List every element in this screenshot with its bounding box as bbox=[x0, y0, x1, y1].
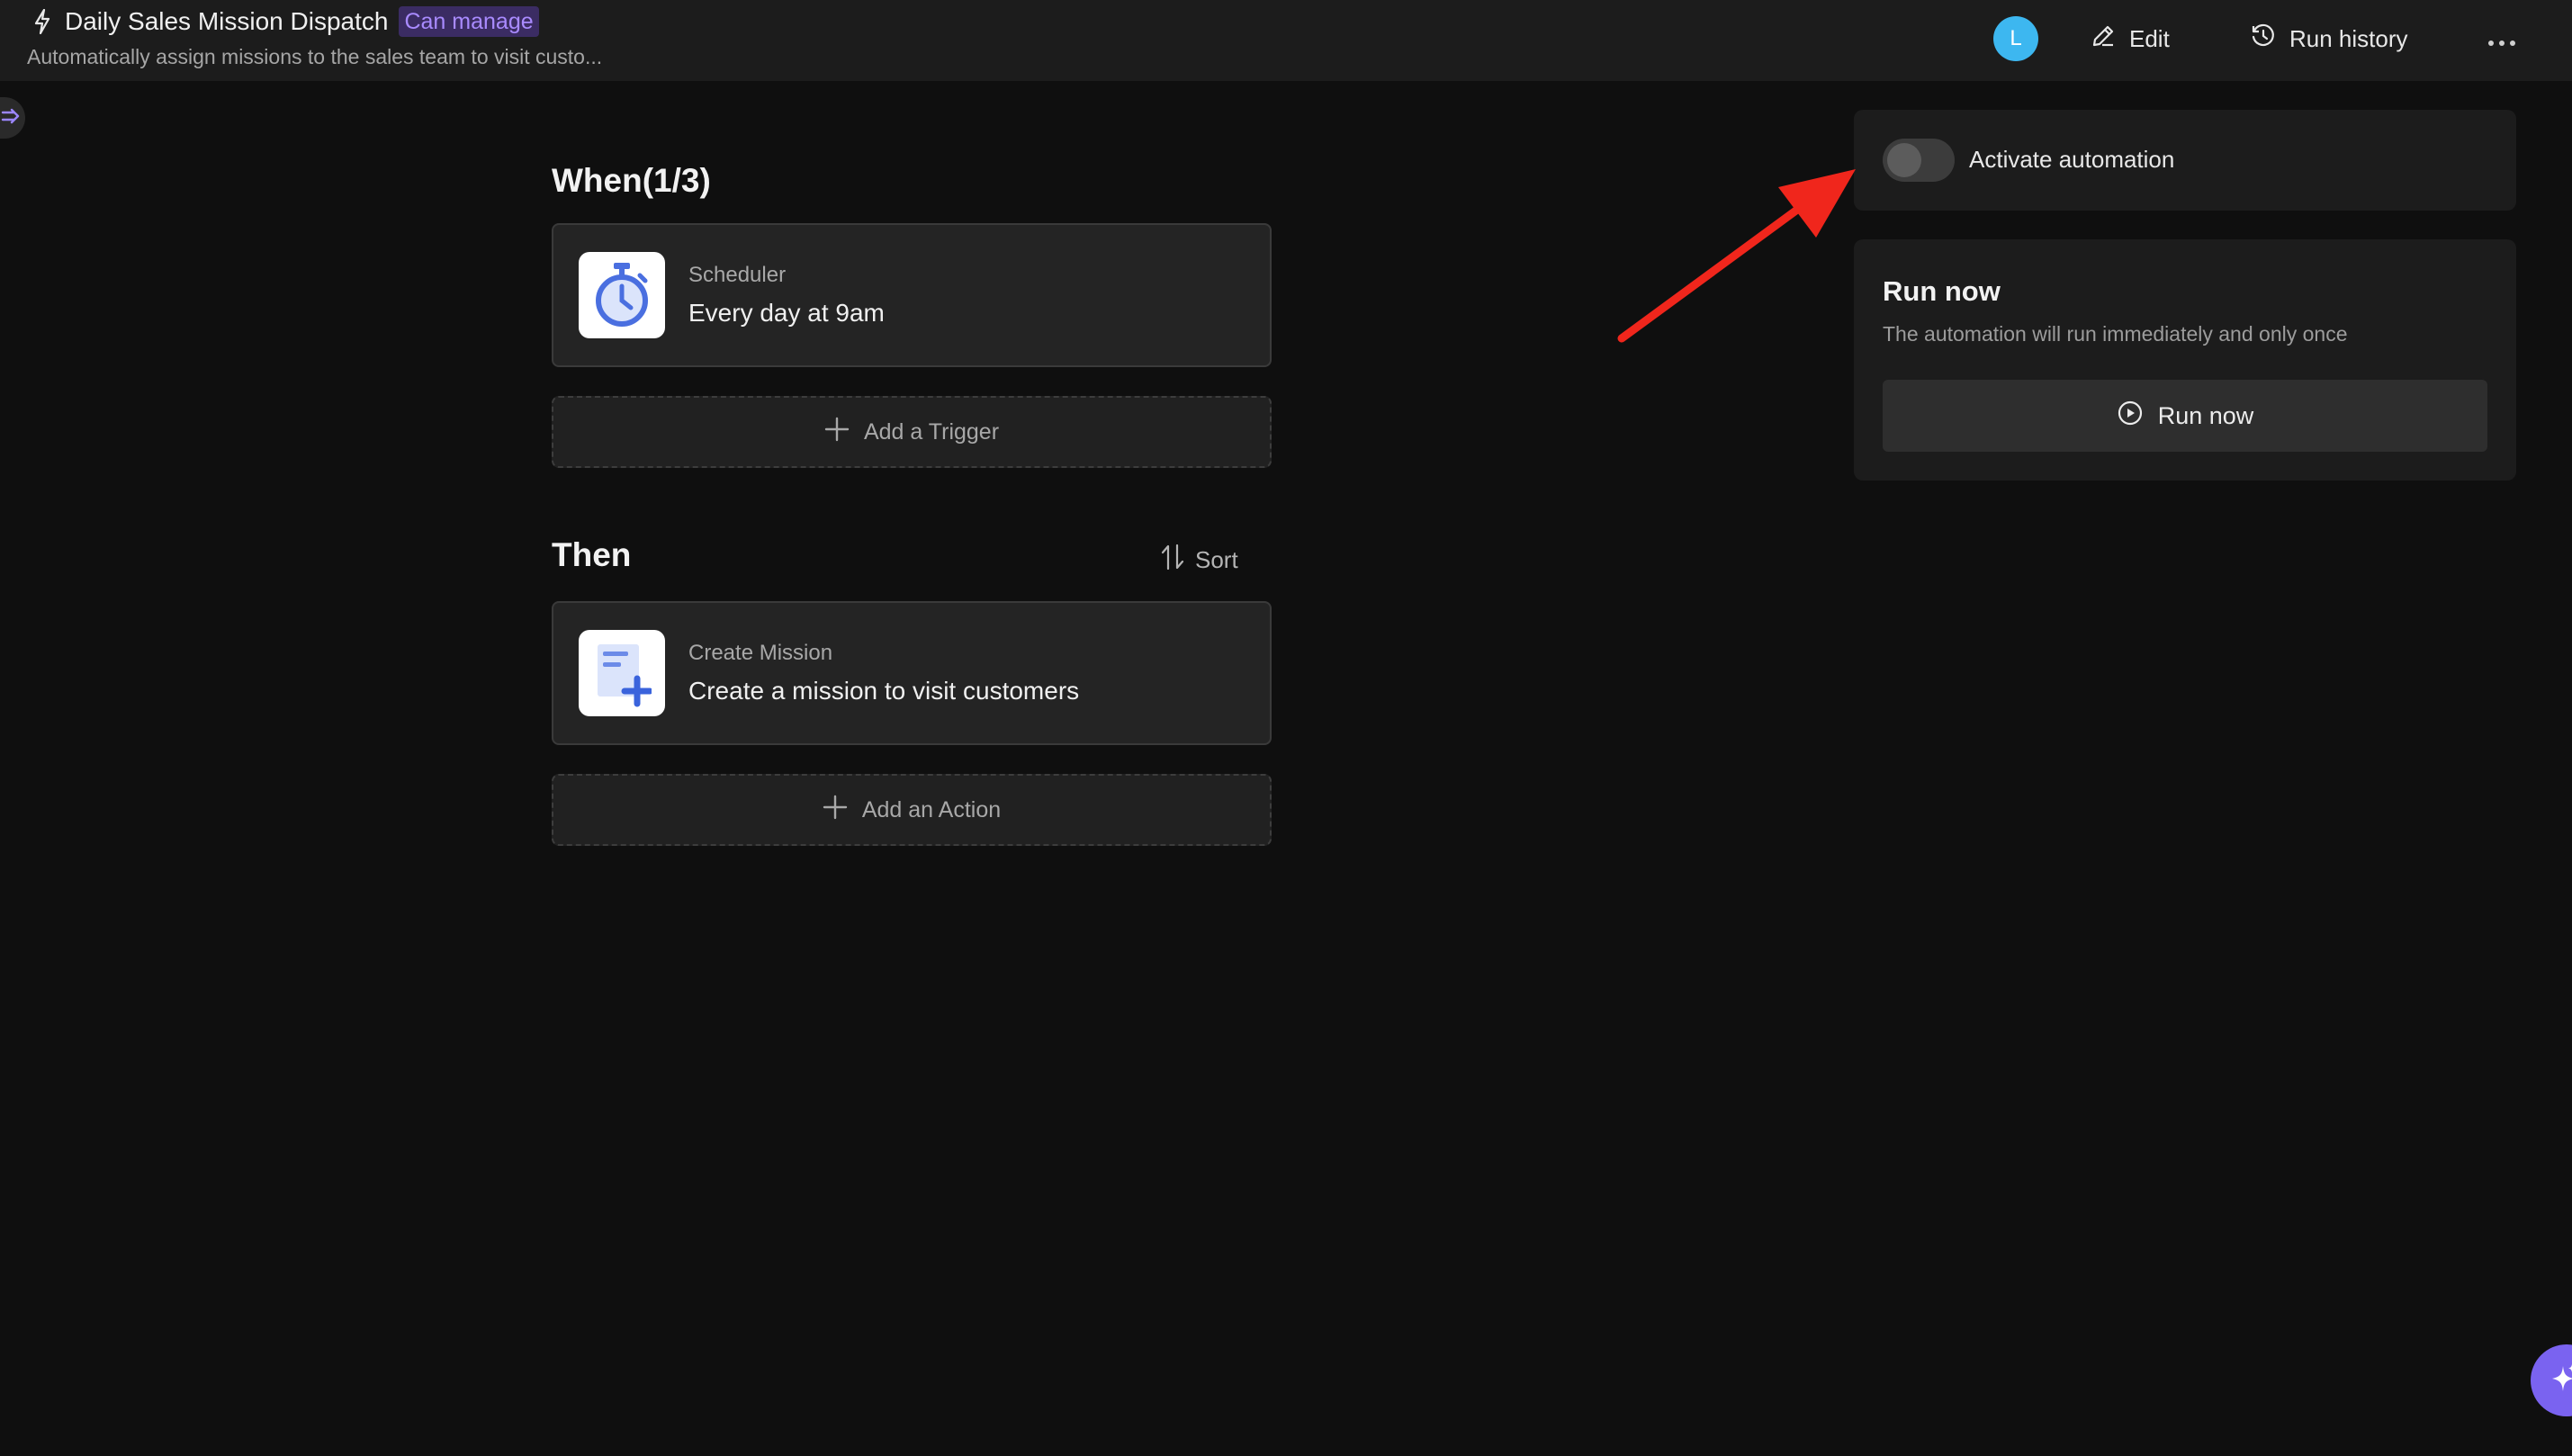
more-options-button[interactable] bbox=[2486, 18, 2518, 59]
automation-title[interactable]: Daily Sales Mission Dispatch bbox=[65, 7, 388, 36]
automation-description[interactable]: Automatically assign missions to the sal… bbox=[27, 45, 602, 69]
trigger-type-label: Scheduler bbox=[688, 263, 787, 287]
top-header: Daily Sales Mission Dispatch Can manage … bbox=[0, 0, 2572, 81]
add-action-button[interactable]: Add an Action bbox=[552, 774, 1272, 846]
run-history-label: Run history bbox=[2289, 24, 2408, 52]
avatar[interactable]: L bbox=[1993, 16, 2038, 61]
run-now-panel: Run now The automation will run immediat… bbox=[1854, 239, 2516, 481]
run-now-button-label: Run now bbox=[2157, 401, 2254, 429]
sort-button[interactable]: Sort bbox=[1161, 544, 1238, 577]
run-now-description: The automation will run immediately and … bbox=[1883, 322, 2348, 346]
run-history-button[interactable]: Run history bbox=[2250, 18, 2408, 59]
sort-icon bbox=[1161, 544, 1184, 577]
add-action-label: Add an Action bbox=[861, 796, 1002, 822]
play-circle-icon bbox=[2117, 400, 2144, 433]
expand-sidebar-icon bbox=[1, 108, 21, 129]
lightning-icon bbox=[31, 9, 54, 34]
when-section-title: When(1/3) bbox=[552, 162, 711, 199]
history-icon bbox=[2250, 22, 2277, 56]
title-row: Daily Sales Mission Dispatch Can manage bbox=[31, 6, 539, 37]
plus-icon bbox=[824, 417, 850, 448]
plus-icon bbox=[823, 795, 848, 826]
activate-automation-label: Activate automation bbox=[1969, 146, 2175, 173]
permission-badge: Can manage bbox=[399, 6, 539, 37]
ellipsis-icon bbox=[2487, 25, 2516, 53]
edit-label: Edit bbox=[2129, 24, 2170, 52]
add-trigger-label: Add a Trigger bbox=[863, 418, 1000, 445]
edit-button[interactable]: Edit bbox=[2090, 18, 2170, 59]
trigger-card-scheduler[interactable]: Scheduler Every day at 9am bbox=[552, 223, 1272, 367]
run-now-button[interactable]: Run now bbox=[1883, 380, 2487, 452]
activate-automation-panel: Activate automation bbox=[1854, 110, 2516, 211]
pencil-icon bbox=[2090, 22, 2117, 56]
run-now-title: Run now bbox=[1883, 275, 2001, 307]
action-description-value: Create a mission to visit customers bbox=[688, 677, 1080, 705]
action-type-label: Create Mission bbox=[688, 641, 833, 665]
annotation-arrow-icon bbox=[1617, 169, 1856, 343]
ai-assistant-button[interactable] bbox=[2531, 1344, 2572, 1416]
add-trigger-button[interactable]: Add a Trigger bbox=[552, 396, 1272, 468]
trigger-schedule-value: Every day at 9am bbox=[688, 299, 885, 327]
sparkle-icon bbox=[2550, 1362, 2572, 1399]
create-mission-icon bbox=[579, 630, 665, 716]
automation-page: Daily Sales Mission Dispatch Can manage … bbox=[0, 0, 2572, 1456]
timer-icon bbox=[579, 252, 665, 338]
toggle-knob bbox=[1887, 143, 1921, 177]
action-card-create-mission[interactable]: Create Mission Create a mission to visit… bbox=[552, 601, 1272, 745]
then-section-title: Then bbox=[552, 536, 632, 573]
activate-automation-toggle[interactable] bbox=[1883, 139, 1955, 182]
sidebar-toggle[interactable] bbox=[0, 97, 25, 139]
sort-label: Sort bbox=[1195, 546, 1238, 573]
